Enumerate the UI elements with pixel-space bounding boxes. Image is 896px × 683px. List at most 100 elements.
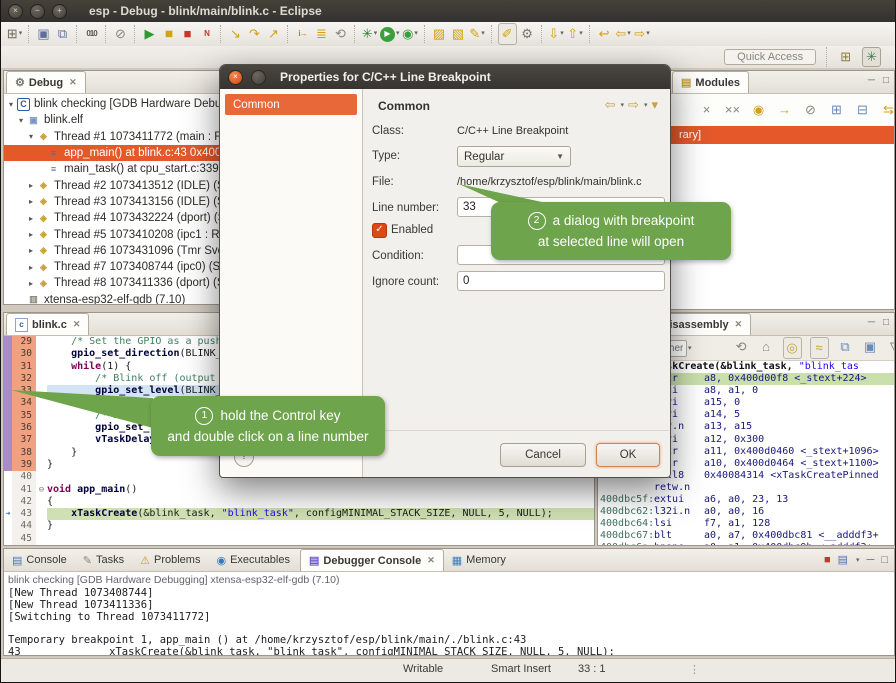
debug-tree-row[interactable]: ▸◈Thread #4 1073432224 (dport) (Sus [4,210,219,226]
open-perspective-icon[interactable]: ⊞ [837,48,854,66]
instruction-stepping-icon[interactable]: i→ [294,24,311,44]
disconnect-icon[interactable]: N [198,24,215,44]
new-wizard-icon[interactable]: ⊞▾ [6,24,23,44]
close-window-icon[interactable]: × [8,4,23,19]
quick-access-input[interactable]: Quick Access [724,49,816,65]
minimize-panel-icon[interactable]: ─ [868,317,875,328]
pencil-icon[interactable]: ✎▾ [469,24,486,44]
resume-icon[interactable]: ▶ [141,24,158,44]
sync-active-context-icon[interactable]: ◎ [783,337,802,359]
tree-expander-icon[interactable]: ▸ [26,279,36,288]
maximize-panel-icon[interactable]: □ [883,317,889,328]
tree-expander-icon[interactable]: ▸ [26,214,36,223]
suspend-icon[interactable]: ▮▮ [160,24,177,44]
nav-item-common[interactable]: Common [225,94,357,115]
editor-line[interactable]: 42{ [4,496,594,508]
line-number[interactable]: 31 [12,361,36,373]
chevron-down-icon[interactable]: ▾ [688,344,692,352]
show-source-icon[interactable]: ≈ [810,337,829,359]
line-number[interactable]: 44 [12,520,36,532]
pin-icon[interactable]: ▣ [862,337,879,357]
remove-icon[interactable]: × [698,100,715,120]
tree-expander-icon[interactable]: ▸ [26,181,36,190]
show-supported-icon[interactable]: ◉ [750,100,767,120]
dialog-aux-icon[interactable] [251,70,266,85]
goto-file-icon[interactable]: → [776,100,793,120]
console-tab-console[interactable]: ▤Console [4,549,75,571]
chevron-down-icon[interactable]: ▾ [396,24,400,44]
view-menu-icon[interactable]: ▽ [887,337,895,357]
profile-icon[interactable]: ◉▾ [402,24,419,44]
debug-tree-row[interactable]: ▾Cblink checking [GDB Hardware Debug [4,96,219,112]
chevron-down-icon[interactable]: ▾ [644,101,648,109]
close-icon[interactable]: ✕ [427,555,435,566]
refresh-icon[interactable]: ⟲ [733,337,750,357]
forward-icon[interactable]: ⇨▾ [634,24,651,44]
line-number[interactable]: 38 [12,447,36,459]
forward-icon[interactable]: ⇨ [628,97,639,113]
line-number[interactable]: 37 [12,434,36,446]
back-icon[interactable]: ⇦ [605,97,616,113]
menu-icon[interactable]: ▾ [651,97,658,113]
fetch-down-icon[interactable]: ⇩▾ [548,24,565,44]
close-icon[interactable]: ✕ [735,319,743,330]
enabled-checkbox[interactable]: ✓ [372,223,387,238]
expand-all-icon[interactable]: ⊞ [828,100,845,120]
collapse-all-icon[interactable]: ⊟ [854,100,871,120]
terminate-icon[interactable]: ■ [179,24,196,44]
step-into-icon[interactable]: ↘ [227,24,244,44]
skip-all-breakpoints-icon[interactable]: ⊘ [112,24,129,44]
back-icon[interactable]: ⇦▾ [615,24,632,44]
fold-icon[interactable]: ⊖ [36,484,47,496]
chevron-down-icon[interactable]: ▾ [627,24,631,44]
editor-line[interactable]: 44} [4,520,594,532]
fetch-up-icon[interactable]: ⇧▾ [567,24,584,44]
close-icon[interactable]: ✕ [73,319,81,330]
display-selected-console-icon[interactable]: ▤ [838,553,848,566]
home-icon[interactable]: ⌂ [758,337,775,357]
editor-line[interactable]: 41⊖void app_main() [4,484,594,496]
chevron-down-icon[interactable]: ▾ [374,24,378,44]
open-new-view-icon[interactable]: ⧉ [837,337,854,357]
debug-tree-row[interactable]: ▾◈Thread #1 1073411772 (main : Runn [4,129,219,145]
debug-tree-row[interactable]: ▸◈Thread #3 1073413156 (IDLE) (Susp [4,194,219,210]
binary-icon[interactable]: 010 [83,24,100,44]
highlighter-icon[interactable]: ✐ [498,23,517,45]
link-with-debug-icon[interactable]: ⇆ [880,100,895,120]
type-dropdown[interactable]: Regular ▼ [457,146,571,167]
line-number[interactable]: 43 [12,508,36,520]
debug-perspective-icon[interactable]: ✳ [862,47,881,67]
tree-expander-icon[interactable]: ▸ [26,230,36,239]
modules-selected-row[interactable]: rary] [642,126,894,144]
tab-blink-c[interactable]: c blink.c ✕ [6,313,89,335]
console-tab-debugger-console[interactable]: ▤Debugger Console✕ [300,549,444,571]
restart-icon[interactable]: ⟲ [332,24,349,44]
line-number[interactable]: 29 [12,336,36,348]
tab-debug[interactable]: ⚙ Debug ✕ [6,71,86,93]
chevron-down-icon[interactable]: ▾ [646,24,650,44]
tree-expander-icon[interactable]: ▾ [16,116,26,125]
tree-expander-icon[interactable]: ▸ [26,263,36,272]
debug-tree-row[interactable]: ▸◈Thread #5 1073410208 (ipc1 : Runni [4,226,219,242]
chevron-down-icon[interactable]: ▾ [856,556,860,564]
save-all-icon[interactable]: ⧉ [54,24,71,44]
debug-tree-row[interactable]: ≡main_task() at cpu_start.c:339 0x4 [4,161,219,177]
step-over-icon[interactable]: ↷ [246,24,263,44]
maximize-panel-icon[interactable]: □ [881,554,888,566]
chevron-down-icon[interactable]: ▾ [560,24,564,44]
gears-icon[interactable]: ⚙ [519,24,536,44]
tree-expander-icon[interactable]: ▾ [26,132,36,141]
last-edit-location-icon[interactable]: ↩ [596,24,613,44]
line-number[interactable]: 39 [12,459,36,471]
maximize-panel-icon[interactable]: □ [883,75,889,86]
tree-expander-icon[interactable]: ▸ [26,197,36,206]
ok-button[interactable]: OK [596,443,660,467]
console-tab-executables[interactable]: ◉Executables [208,549,298,571]
chevron-down-icon[interactable]: ▾ [579,24,583,44]
save-icon[interactable]: ▣ [35,24,52,44]
step-return-icon[interactable]: ↗ [265,24,282,44]
debug-tree-row[interactable]: ▸◈Thread #8 1073411336 (dport) (Sus [4,275,219,291]
maximize-window-icon[interactable]: + [52,4,67,19]
terminate-console-icon[interactable]: ■ [824,554,831,566]
cancel-button[interactable]: Cancel [500,443,586,467]
